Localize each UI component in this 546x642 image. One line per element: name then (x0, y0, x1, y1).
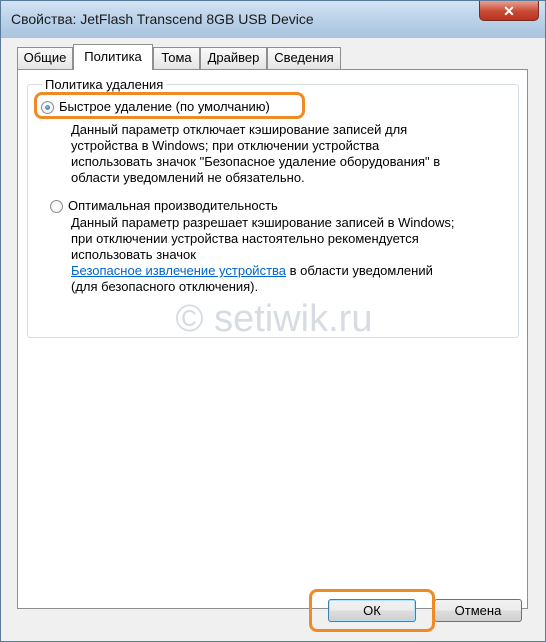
optimal-performance-label[interactable]: Оптимальная производительность (68, 198, 278, 213)
description-line: Данный параметр отключает кэширование за… (71, 122, 408, 137)
description-line: использовать значок "Безопасное удаление… (71, 154, 441, 169)
window-title: Свойства: JetFlash Transcend 8GB USB Dev… (11, 11, 314, 27)
optimal-performance-radio[interactable] (50, 200, 63, 213)
tab-driver[interactable]: Драйвер (200, 47, 267, 69)
description-line: использовать значок (71, 247, 196, 262)
description-line: области уведомлений не обязательно. (71, 170, 305, 185)
close-button[interactable]: ✕ (479, 1, 539, 21)
description-line: устройства в Windows; при отключении уст… (71, 138, 380, 153)
cancel-button[interactable]: Отмена (434, 599, 522, 622)
removal-policy-group-title: Политика удаления (42, 77, 167, 92)
tab-volumes[interactable]: Тома (153, 47, 200, 69)
description-line: при отключении устройства настоятельно р… (71, 231, 419, 246)
ok-button-highlight (309, 589, 435, 632)
title-bar[interactable]: Свойства: JetFlash Transcend 8GB USB Dev… (1, 1, 545, 38)
tab-general[interactable]: Общие (17, 47, 73, 69)
description-line-with-link: Безопасное извлечение устройства в облас… (71, 263, 454, 279)
link-suffix-text: в области уведомлений (286, 263, 433, 278)
tab-policy[interactable]: Политика (73, 44, 153, 70)
optimal-performance-description: Данный параметр разрешает кэширование за… (71, 215, 454, 295)
close-icon: ✕ (503, 3, 515, 19)
properties-dialog: Свойства: JetFlash Transcend 8GB USB Dev… (0, 0, 546, 642)
safe-removal-link[interactable]: Безопасное извлечение устройства (71, 263, 286, 278)
quick-removal-highlight (34, 92, 305, 119)
quick-removal-description: Данный параметр отключает кэширование за… (71, 122, 440, 186)
watermark: © setiwik.ru (175, 298, 373, 340)
description-line: (для безопасного отключения). (71, 279, 259, 294)
description-line: Данный параметр разрешает кэширование за… (71, 215, 455, 230)
tab-details[interactable]: Сведения (267, 47, 341, 69)
